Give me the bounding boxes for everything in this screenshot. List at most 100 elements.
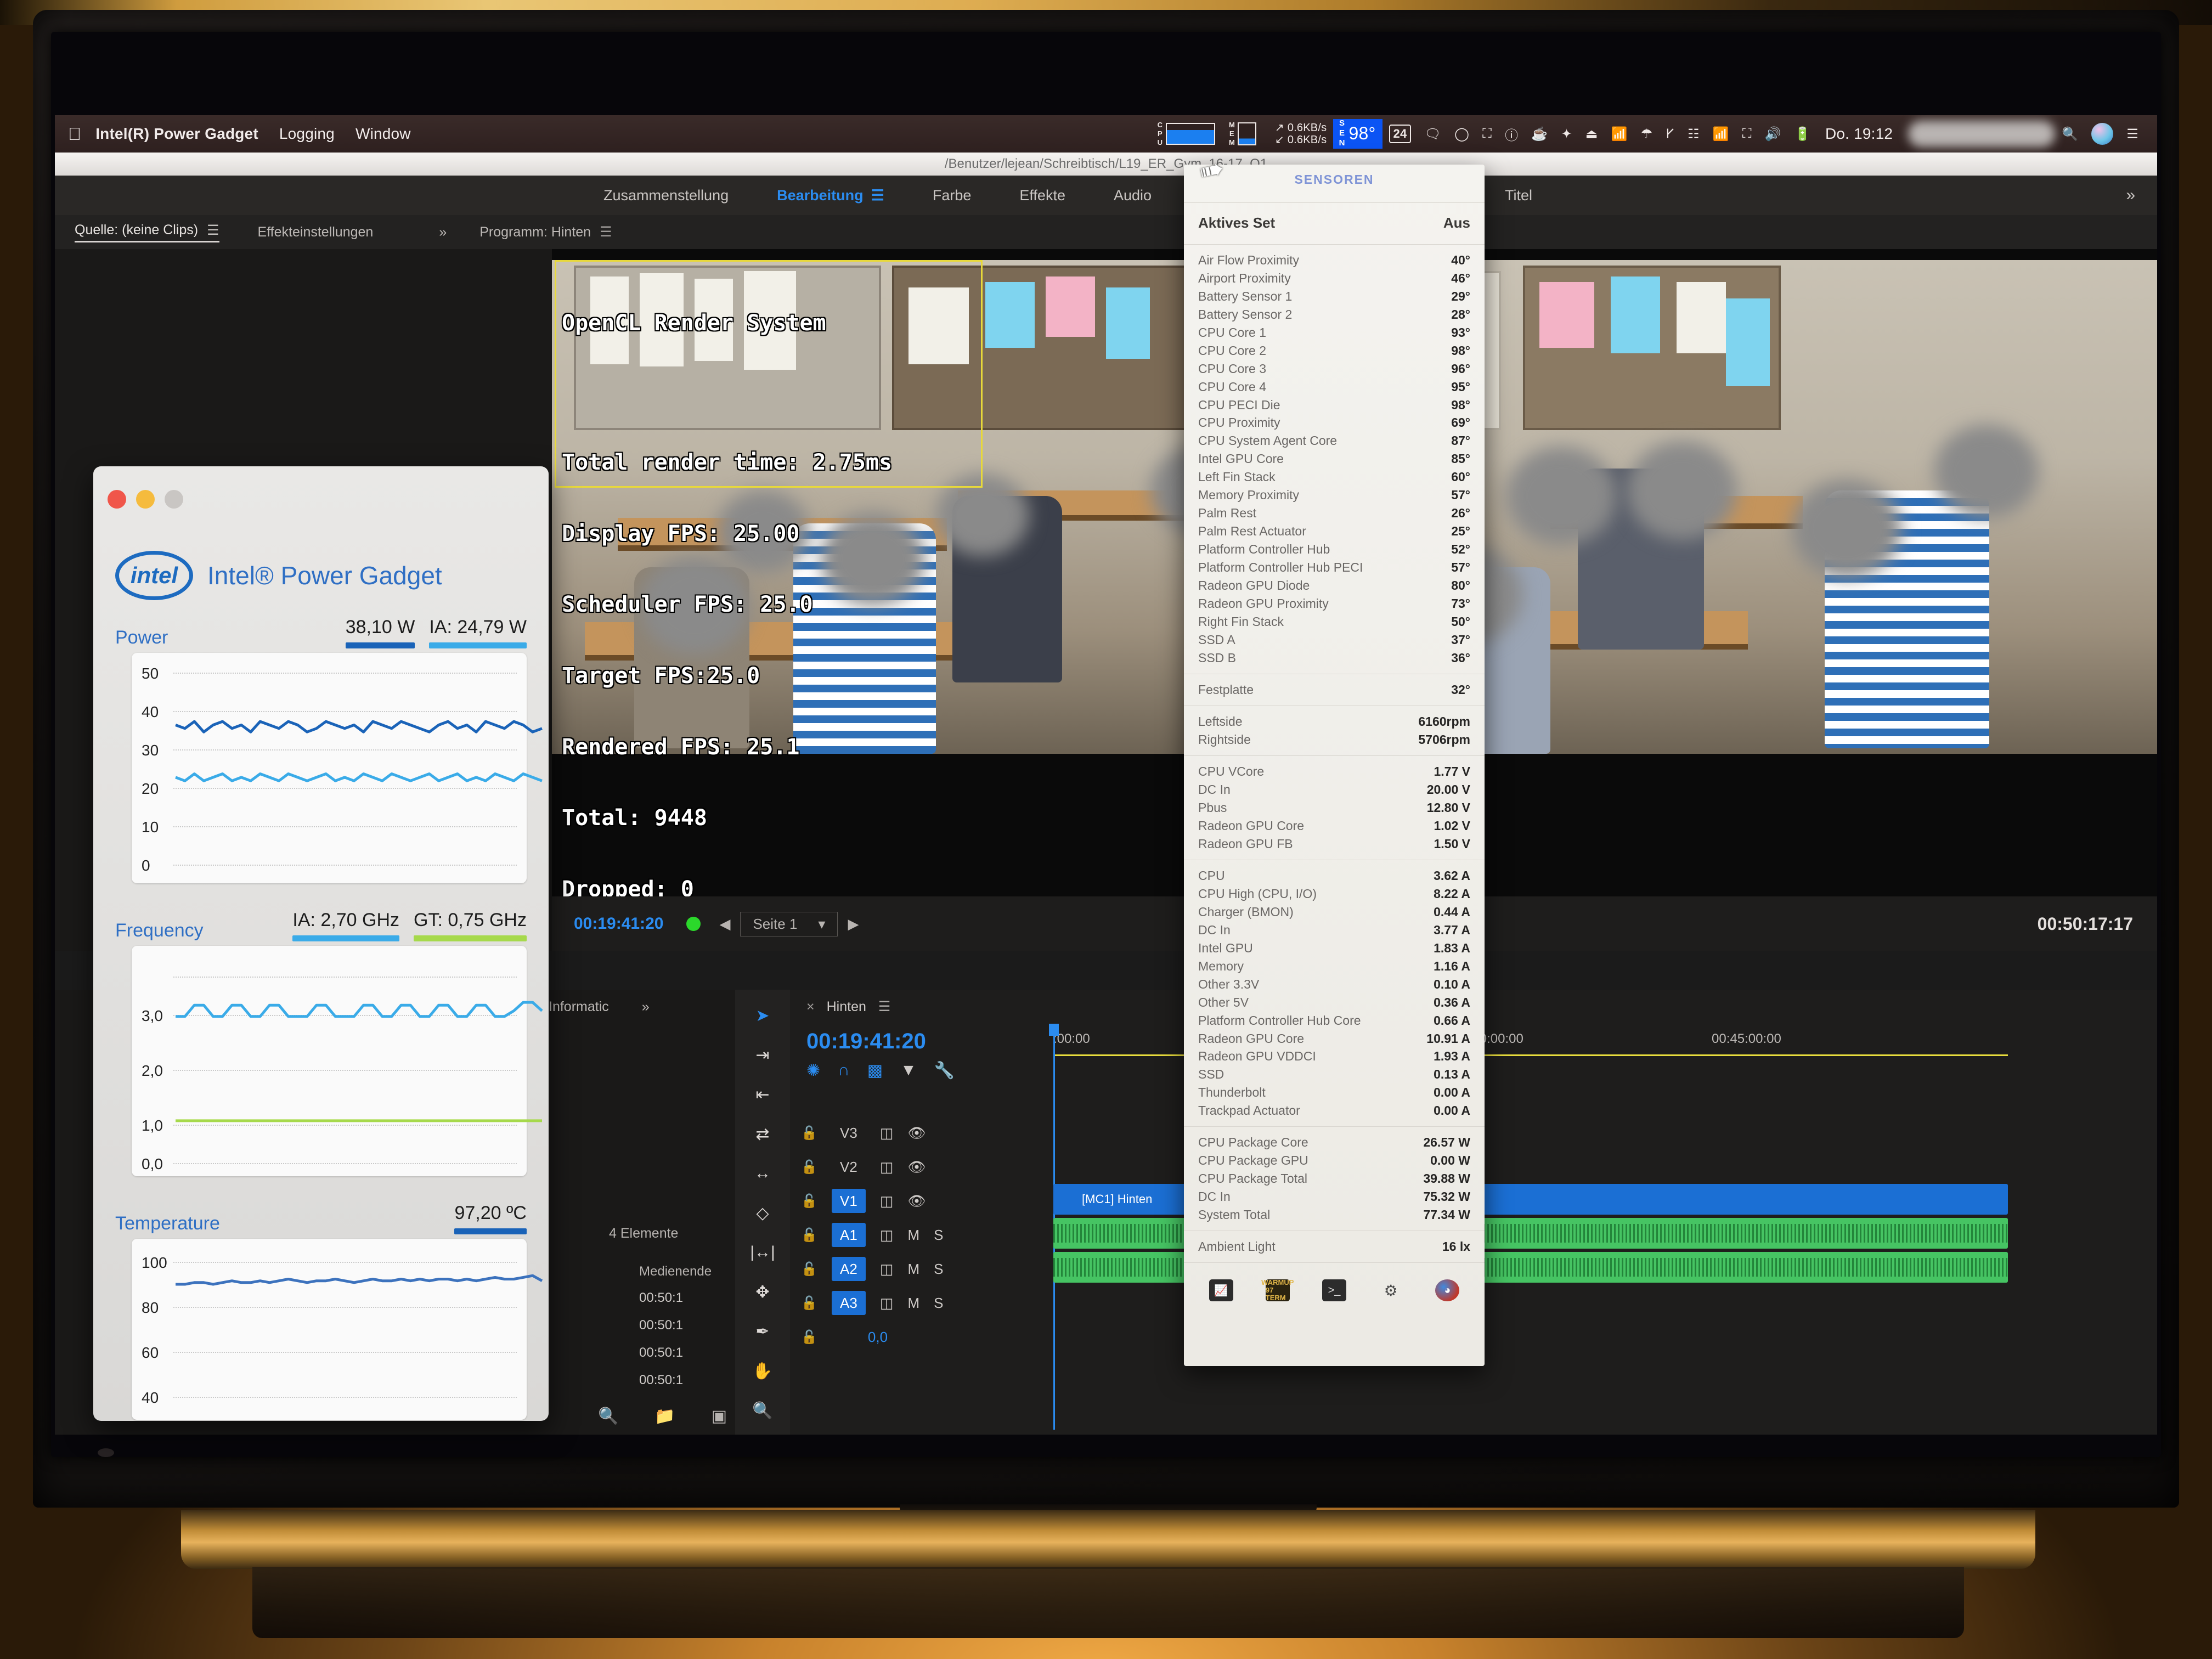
sensor-row[interactable]: Airport Proximity 46° [1184,269,1485,287]
panel-tab-quelle[interactable]: Quelle: (keine Clips) ☰ [75,222,219,242]
tab-zusammenstellung[interactable]: Zusammenstellung [603,187,729,204]
track-name[interactable]: A2 [831,1257,866,1281]
track-row-v1[interactable]: 🔓 V1 ◫ 👁 [801,1184,1042,1218]
sensor-row[interactable]: DC In 3.77 A [1184,921,1485,939]
menu-window[interactable]: Window [356,125,411,143]
dropbox-icon[interactable]: ✦ [1554,120,1578,148]
track-name[interactable]: V1 [831,1189,866,1213]
sensor-row[interactable]: CPU Core 4 95° [1184,378,1485,396]
sensor-row[interactable]: Radeon GPU FB 1.50 V [1184,835,1485,853]
intel-power-gadget-window[interactable]: intel Intel® Power Gadget Power 38,10 W … [93,466,549,1421]
menu-app-name[interactable]: Intel(R) Power Gadget [95,125,258,143]
menu-logging[interactable]: Logging [279,125,335,143]
hand-tool[interactable]: ✋ [747,1358,778,1384]
sync-lock-icon[interactable]: ◫ [880,1193,894,1210]
timeline-zoom-value[interactable]: 0,0 [868,1329,888,1346]
istat-sensors-dropdown[interactable]: SENSOREN Aktives Set Aus Air Flow Proxim… [1184,165,1485,1366]
mute-button[interactable]: M [907,1227,919,1244]
snap-magnet-icon[interactable]: ∩ [838,1061,850,1080]
linked-selection-icon[interactable]: ▩ [867,1061,883,1080]
activity-monitor-icon[interactable]: 📈 [1209,1279,1233,1302]
panel-tab-programm[interactable]: Programm: Hinten ☰ [479,224,612,240]
apple-logo-icon[interactable]:  [68,124,81,144]
calendar-icon[interactable]: 24 [1383,120,1418,148]
page-stepper[interactable]: ◀ Seite 1 ▾ ▶ [719,911,859,936]
sensor-row[interactable]: CPU System Agent Core 87° [1184,432,1485,450]
sensor-row[interactable]: Thunderbolt 0.00 A [1184,1084,1485,1102]
table-row[interactable]: 00:50:1 [639,1318,683,1333]
siri-icon[interactable] [2085,120,2120,148]
razor-tool[interactable]: ◇ [747,1200,778,1226]
sensor-row[interactable]: SSD B 36° [1184,649,1485,667]
wifi-icon[interactable]: 📶 [1706,120,1736,148]
sensor-row[interactable]: Palm Rest 26° [1184,504,1485,522]
lock-icon[interactable]: 🔓 [801,1295,817,1311]
sensor-row[interactable]: System Total 77.34 W [1184,1206,1485,1224]
eject-icon[interactable]: ⏏ [1579,120,1605,148]
sensor-row[interactable]: CPU Package Total 39.88 W [1184,1170,1485,1188]
sensor-row[interactable]: CPU High (CPU, I/O) 8.22 A [1184,885,1485,903]
track-name[interactable]: A3 [831,1291,866,1315]
sensor-row[interactable]: Radeon GPU Diode 80° [1184,577,1485,595]
memory-monitor-icon[interactable]: MEM [1222,120,1263,148]
nest-sequence-icon[interactable]: ✺ [806,1061,820,1080]
sensor-row[interactable]: Memory 1.16 A [1184,957,1485,975]
sensors-menu-item[interactable]: SEN 98° [1333,119,1383,149]
track-name[interactable]: V2 [832,1155,866,1179]
track-name[interactable]: V3 [832,1121,866,1145]
rolling-edit-tool[interactable]: ⇄ [747,1121,778,1147]
sensor-row[interactable]: CPU Core 2 98° [1184,342,1485,360]
next-page-icon[interactable]: ▶ [848,916,859,933]
sensor-row[interactable]: CPU Core 1 93° [1184,324,1485,342]
sensor-row[interactable]: Air Flow Proximity 40° [1184,251,1485,269]
program-panel-menu-icon[interactable]: ☰ [600,224,612,240]
sensor-row[interactable]: Intel GPU 1.83 A [1184,939,1485,957]
sensor-chip-icon[interactable]: ⚙ [1379,1279,1403,1301]
find-icon[interactable]: 🔍 [598,1407,618,1426]
tab-bearbeitung[interactable]: Bearbeitung ☰ [777,187,884,204]
sensor-row[interactable]: CPU Package Core 26.57 W [1184,1133,1485,1152]
warmup-icon[interactable]: WARMUP 97 TERM [1261,1278,1294,1302]
sensor-row[interactable]: Right Fin Stack 50° [1184,613,1485,631]
new-bin-icon[interactable]: 📁 [654,1407,675,1426]
sensor-row[interactable]: DC In 20.00 V [1184,781,1485,799]
table-row[interactable]: 00:50:1 [639,1290,683,1306]
sensor-row[interactable]: Palm Rest Actuator 25° [1184,522,1485,540]
sensor-row[interactable]: DC In 75.32 W [1184,1188,1485,1206]
program-current-timecode[interactable]: 00:19:41:20 [574,915,663,933]
eye-icon[interactable]: 👁 [907,1193,926,1210]
screen-mirror-icon[interactable]: ⛶ [1476,120,1498,148]
airdrop-icon[interactable]: 📶 [1605,120,1634,148]
sensor-row[interactable]: Charger (BMON) 0.44 A [1184,903,1485,921]
sensor-row[interactable]: CPU Proximity 69° [1184,414,1485,432]
more-tabs-chevron-icon[interactable]: » [2126,186,2135,205]
lock-icon[interactable]: 🔓 [801,1193,817,1209]
lock-icon[interactable]: 🔓 [801,1261,817,1277]
sync-circle-icon[interactable]: ◯ [1448,120,1476,148]
lock-icon[interactable]: 🔓 [801,1227,817,1243]
sensor-row[interactable]: Trackpad Actuator 0.00 A [1184,1102,1485,1120]
prev-page-icon[interactable]: ◀ [719,916,730,933]
sensor-row[interactable]: Other 5V 0.36 A [1184,994,1485,1012]
table-row[interactable]: 00:50:1 [639,1373,683,1388]
zoom-tool[interactable]: 🔍 [747,1398,778,1423]
control-center-icon[interactable]: ☰ [2120,120,2145,148]
ipg-title-bar[interactable] [93,466,549,532]
messages-icon[interactable]: 🗨 [1418,120,1448,148]
column-header-medienende[interactable]: Medienende [639,1264,712,1279]
lock-icon[interactable]: 🔓 [801,1159,817,1175]
menu-bar-clock[interactable]: Do. 19:12 [1825,125,1893,143]
sequence-tab-label[interactable]: Hinten [827,999,866,1015]
ripple-edit-tool[interactable]: ⇤ [747,1082,778,1107]
slide-tool[interactable]: ✥ [747,1279,778,1305]
sensor-row[interactable]: Rightside 5706rpm [1184,731,1485,749]
lock-icon[interactable]: 🔓 [801,1329,817,1345]
eye-icon[interactable]: 👁 [907,1125,926,1142]
tree-icon[interactable]: ☂ [1634,120,1660,148]
tab-farbe[interactable]: Farbe [933,187,972,204]
sensor-row[interactable]: Platform Controller Hub Core 0.66 A [1184,1012,1485,1030]
sensor-row[interactable]: Battery Sensor 1 29° [1184,287,1485,306]
sync-lock-icon[interactable]: ◫ [880,1227,894,1244]
sensor-row[interactable]: CPU Package GPU 0.00 W [1184,1152,1485,1170]
bluetooth-icon[interactable]: 𐌖 [1659,120,1680,148]
